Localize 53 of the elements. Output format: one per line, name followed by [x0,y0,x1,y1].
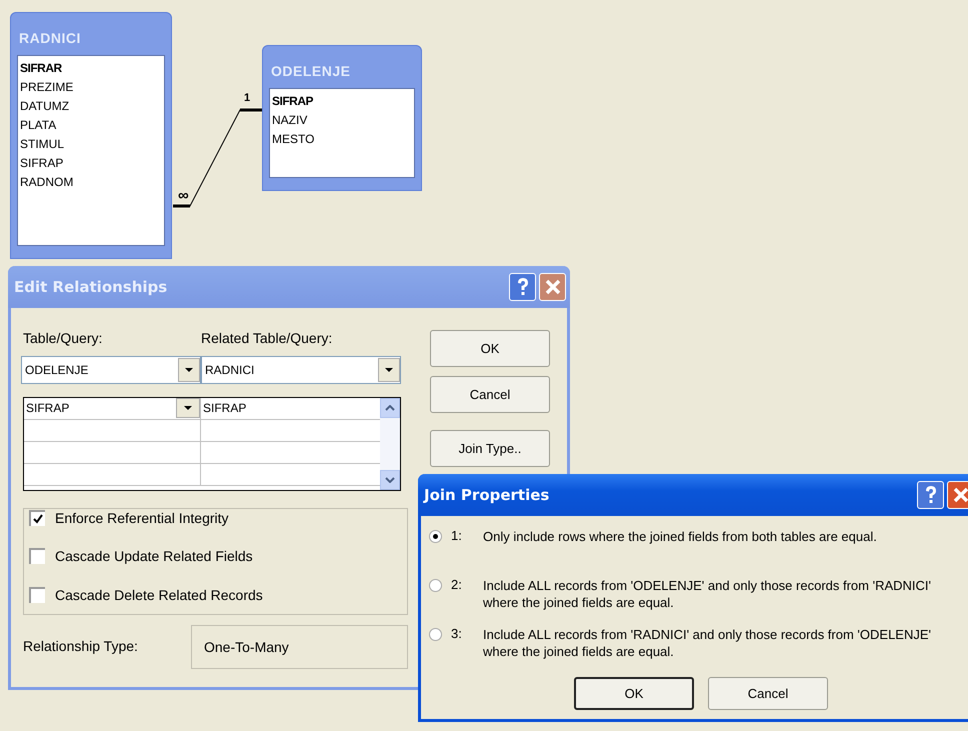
relationship-line[interactable] [172,108,264,208]
radio-button[interactable] [429,579,442,592]
table-dropdown[interactable]: ODELENJE [21,356,201,384]
dialog-title: Join Properties [424,486,550,504]
field-name[interactable]: NAZIV [272,111,412,130]
help-button[interactable] [917,481,944,509]
option-text[interactable]: Include ALL records from 'ODELENJE' and only those records from 'RADNICI' where the joined fields are equal. [483,577,948,611]
option-number: 3: [450,626,463,641]
relationship-type-label: Relationship Type: [23,638,138,654]
close-button[interactable] [947,481,968,509]
close-icon [952,486,968,504]
checkbox[interactable] [29,587,45,603]
field-name[interactable]: SIFRAR [20,59,162,78]
field-cell[interactable]: SIFRAP [26,398,176,419]
field-cell[interactable]: SIFRAP [201,398,380,419]
many-label: ∞ [178,187,189,204]
option-text[interactable]: Only include rows where the joined fields from both tables are equal. [483,528,948,545]
dialog-button[interactable]: Cancel [430,376,550,413]
field-name[interactable]: SIFRAP [20,154,162,173]
radio-button[interactable] [429,628,442,641]
table-title: RADNICI [18,29,82,48]
field-name[interactable]: SIFRAP [272,92,412,111]
checkbox[interactable] [29,510,45,526]
dialog-button[interactable]: OK [430,330,550,367]
table-title: ODELENJE [270,62,352,81]
dialog-button[interactable]: OK [574,677,694,710]
relationship-type-value: One-To-Many [191,625,408,669]
scrollbar[interactable] [380,398,400,490]
field-name[interactable]: STIMUL [20,135,162,154]
dialog-button[interactable]: Join Type.. [430,430,550,467]
option-number: 2: [450,577,463,592]
related-table-dropdown[interactable]: RADNICI [201,356,401,384]
checkbox[interactable] [29,548,45,564]
checkbox-label[interactable]: Cascade Update Related Fields [55,548,253,564]
option-text[interactable]: Include ALL records from 'RADNICI' and only those records from 'ODELENJE' where the joined fields are equal. [483,626,948,660]
table-window[interactable]: ODELENJE SIFRAP NAZIV MESTO [262,45,422,191]
dialog-title: Edit Relationships [14,278,168,296]
radio-button[interactable] [429,530,442,543]
option-number: 1: [450,528,463,543]
field-name[interactable]: PLATA [20,116,162,135]
field-name[interactable]: RADNOM [20,173,162,192]
field-name[interactable]: PREZIME [20,78,162,97]
help-button[interactable] [509,273,536,301]
field-name[interactable]: DATUMZ [20,97,162,116]
dialog-button[interactable]: Cancel [708,677,828,710]
table-query-label: Table/Query: [23,330,102,346]
table-window[interactable]: RADNICI SIFRAR PREZIME DATUMZ PLATA STIMUL SIFRAP RADNOM [10,12,172,259]
field-name[interactable]: MESTO [272,130,412,149]
close-button[interactable] [539,273,566,301]
close-icon [544,278,562,296]
related-table-label: Related Table/Query: [201,330,332,346]
checkbox-label[interactable]: Cascade Delete Related Records [55,587,263,603]
one-label: 1 [244,92,250,104]
